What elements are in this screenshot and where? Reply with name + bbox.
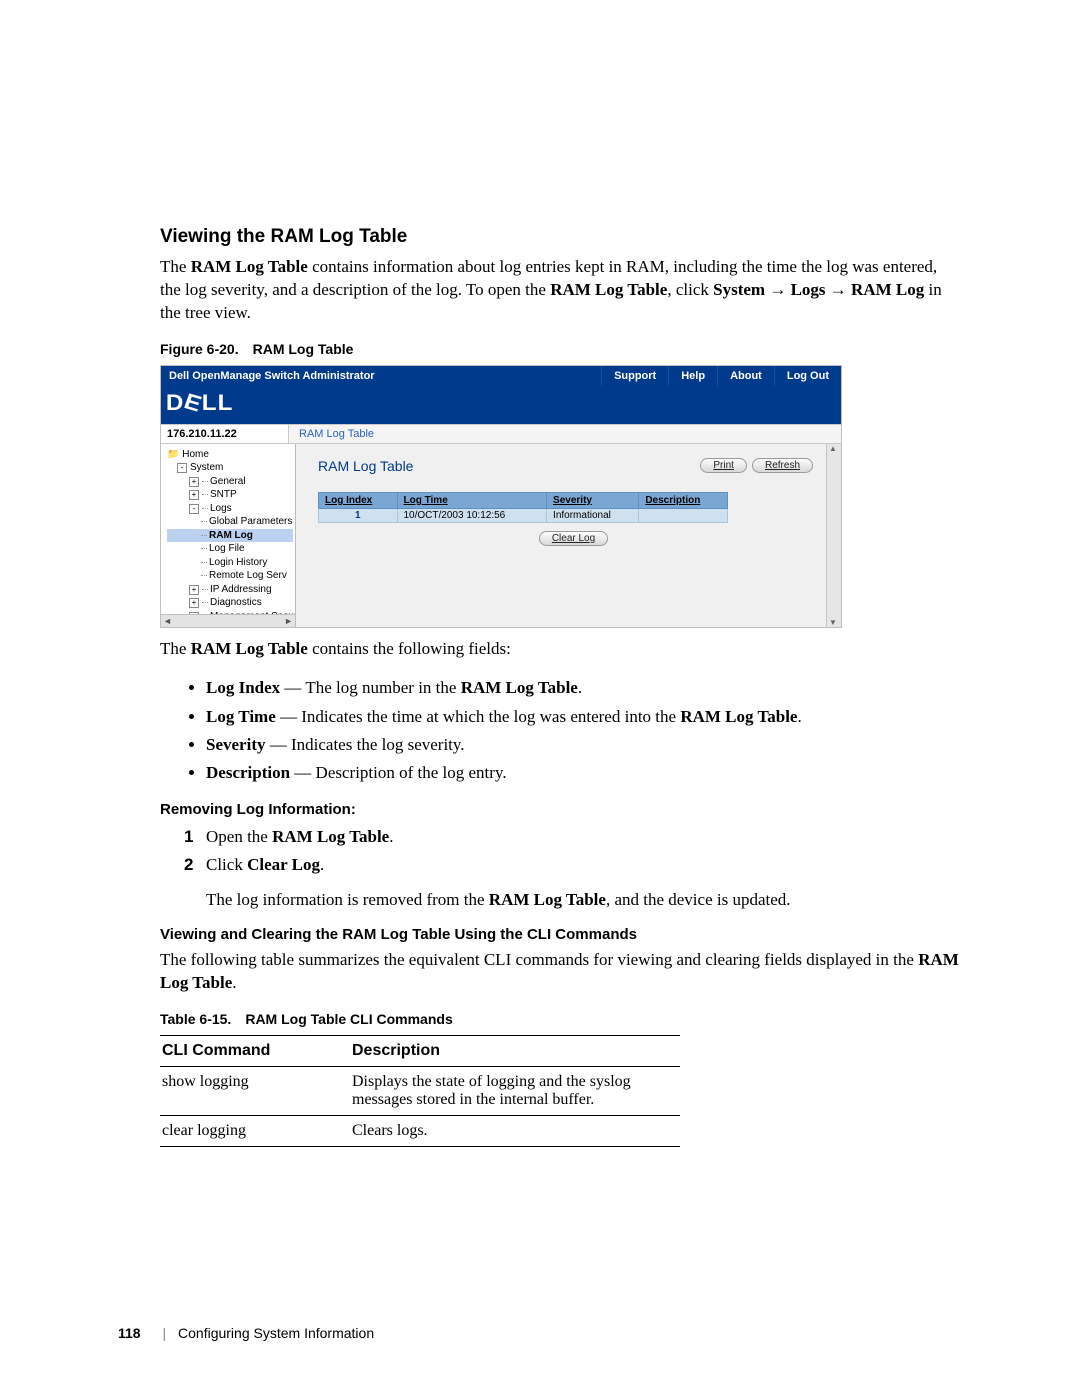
help-link[interactable]: Help [668,366,717,386]
table-row: 1 10/OCT/2003 10:12:56 Informational [319,508,728,522]
document-page: Viewing the RAM Log Table The RAM Log Ta… [0,0,1080,1397]
ram-log-table: Log Index Log Time Severity Description … [318,492,728,523]
brand-bar: DELL [161,386,841,424]
list-item: Description — Description of the log ent… [206,760,960,786]
nav-tree[interactable]: 📁 Home -System +General +SNTP -Logs Glob… [161,444,296,628]
col-severity[interactable]: Severity [547,492,639,508]
table-header-row: Log Index Log Time Severity Description [319,492,728,508]
col-log-index[interactable]: Log Index [319,492,398,508]
removing-heading: Removing Log Information: [160,801,960,818]
content-pane: RAM Log Table Print Refresh Log Index Lo… [296,444,841,628]
table-row: clear logging Clears logs. [160,1115,680,1146]
list-item: Log Time — Indicates the time at which t… [206,704,960,730]
tree-logs[interactable]: -Logs [167,502,293,516]
page-footer: 118 | Configuring System Information [118,1325,374,1341]
tree-log-file[interactable]: Log File [167,542,293,556]
breadcrumb[interactable]: RAM Log Table [289,425,384,443]
cell-desc: Displays the state of logging and the sy… [350,1066,680,1115]
figure-caption: Figure 6-20.RAM Log Table [160,341,960,357]
tree-remote-log[interactable]: Remote Log Serv [167,569,293,583]
cell-index: 1 [319,508,398,522]
tree-home[interactable]: 📁 Home [167,448,293,462]
dell-logo: DELL [166,390,234,416]
cli-table: CLI Command Description show logging Dis… [160,1035,680,1147]
col-cli-command: CLI Command [160,1035,350,1066]
list-item: Log Index — The log number in the RAM Lo… [206,675,960,701]
cli-intro: The following table summarizes the equiv… [160,949,960,995]
cell-desc: Clears logs. [350,1115,680,1146]
tree-general[interactable]: +General [167,475,293,489]
tree-ram-log[interactable]: RAM Log [167,529,293,543]
logout-link[interactable]: Log Out [774,366,841,386]
app-titlebar: Dell OpenManage Switch Administrator Sup… [161,366,841,386]
table-row: show logging Displays the state of loggi… [160,1066,680,1115]
cell-description [639,508,728,522]
breadcrumb-bar: 176.210.11.22 RAM Log Table [161,424,841,444]
step-followup: The log information is removed from the … [206,888,960,912]
cell-cmd: clear logging [160,1115,350,1146]
col-description[interactable]: Description [639,492,728,508]
step-item: 1Open the RAM Log Table. [184,824,960,850]
tree-system[interactable]: -System [167,461,293,475]
cell-severity: Informational [547,508,639,522]
list-item: Severity — Indicates the log severity. [206,732,960,758]
clear-log-button[interactable]: Clear Log [539,531,608,546]
steps-list: 1Open the RAM Log Table. 2Click Clear Lo… [160,824,960,879]
table-caption: Table 6-15.RAM Log Table CLI Commands [160,1011,960,1027]
print-button[interactable]: Print [700,458,747,473]
cell-cmd: show logging [160,1066,350,1115]
about-link[interactable]: About [717,366,774,386]
col-log-time[interactable]: Log Time [397,492,547,508]
page-number: 118 [118,1325,141,1341]
tree-sntp[interactable]: +SNTP [167,488,293,502]
cli-heading: Viewing and Clearing the RAM Log Table U… [160,926,960,943]
step-item: 2Click Clear Log. [184,852,960,878]
fields-intro: The RAM Log Table contains the following… [160,638,960,661]
intro-paragraph: The RAM Log Table contains information a… [160,256,960,325]
device-ip: 176.210.11.22 [161,425,289,443]
app-screenshot: Dell OpenManage Switch Administrator Sup… [160,365,842,629]
table-header-row: CLI Command Description [160,1035,680,1066]
tree-global-params[interactable]: Global Parameters [167,515,293,529]
tree-scrollbar[interactable]: ◄► [161,614,295,627]
pane-scrollbar[interactable] [826,444,841,628]
section-heading: Viewing the RAM Log Table [160,226,960,248]
tree-diagnostics[interactable]: +Diagnostics [167,596,293,610]
col-cli-description: Description [350,1035,680,1066]
app-title: Dell OpenManage Switch Administrator [161,366,601,386]
footer-section: Configuring System Information [178,1325,374,1341]
tree-ip-addressing[interactable]: +IP Addressing [167,583,293,597]
fields-list: Log Index — The log number in the RAM Lo… [160,675,960,786]
tree-login-history[interactable]: Login History [167,556,293,570]
refresh-button[interactable]: Refresh [752,458,813,473]
cell-time: 10/OCT/2003 10:12:56 [397,508,547,522]
support-link[interactable]: Support [601,366,668,386]
